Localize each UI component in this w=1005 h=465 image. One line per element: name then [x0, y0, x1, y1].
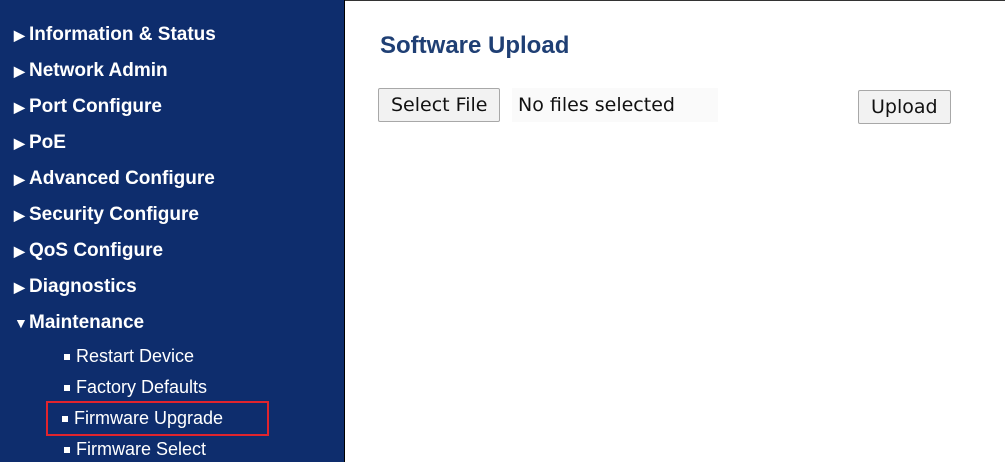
page-title: Software Upload: [380, 32, 570, 59]
nav-item-diagnostics[interactable]: ▶ Diagnostics: [0, 269, 344, 305]
bullet-icon: [64, 446, 70, 453]
nav-item-label: Maintenance: [29, 312, 145, 333]
sidebar-nav: ▶ Information & Status ▶ Network Admin ▶…: [0, 0, 345, 462]
chevron-right-icon: ▶: [14, 171, 25, 187]
sub-item-label: Firmware Upgrade: [74, 408, 224, 428]
chevron-down-icon: ▼: [14, 315, 28, 331]
chevron-right-icon: ▶: [14, 135, 25, 151]
nav-item-label: QoS Configure: [29, 240, 164, 261]
sub-item-label: Firmware Select: [76, 439, 207, 459]
nav-item-label: Security Configure: [29, 204, 199, 225]
nav-item-network-admin[interactable]: ▶ Network Admin: [0, 53, 344, 89]
main-content: Software Upload Select File No files sel…: [345, 0, 1005, 462]
nav-item-maintenance[interactable]: ▼ Maintenance: [0, 305, 344, 341]
chevron-right-icon: ▶: [14, 279, 25, 295]
nav-item-label: Diagnostics: [29, 276, 137, 297]
chevron-right-icon: ▶: [14, 63, 25, 79]
upload-button[interactable]: Upload: [858, 90, 951, 124]
chevron-right-icon: ▶: [14, 27, 25, 43]
sub-item-label: Factory Defaults: [76, 377, 208, 397]
nav-item-advanced-configure[interactable]: ▶ Advanced Configure: [0, 161, 344, 197]
sub-item-restart-device[interactable]: Restart Device: [0, 341, 344, 372]
nav-item-security-configure[interactable]: ▶ Security Configure: [0, 197, 344, 233]
sub-item-firmware-select[interactable]: Firmware Select: [0, 434, 344, 465]
chevron-right-icon: ▶: [14, 243, 25, 259]
nav-item-label: Network Admin: [29, 60, 168, 81]
select-file-button[interactable]: Select File: [378, 88, 501, 122]
bullet-icon: [64, 353, 70, 360]
nav-item-port-configure[interactable]: ▶ Port Configure: [0, 89, 344, 125]
sub-item-label: Restart Device: [76, 346, 195, 366]
bullet-icon: [64, 384, 70, 391]
chevron-right-icon: ▶: [14, 207, 25, 223]
top-divider: [345, 0, 1005, 1]
nav-item-label: Port Configure: [29, 96, 162, 117]
sub-item-firmware-upgrade[interactable]: Firmware Upgrade: [46, 401, 269, 436]
nav-item-poe[interactable]: ▶ PoE: [0, 125, 344, 161]
nav-item-information-status[interactable]: ▶ Information & Status: [0, 17, 344, 53]
chevron-right-icon: ▶: [14, 99, 25, 115]
sub-item-factory-defaults[interactable]: Factory Defaults: [0, 372, 344, 403]
nav-item-label: PoE: [29, 132, 66, 153]
nav-item-label: Information & Status: [29, 24, 216, 45]
nav-item-qos-configure[interactable]: ▶ QoS Configure: [0, 233, 344, 269]
file-status-text: No files selected: [512, 88, 718, 122]
bullet-icon: [62, 415, 68, 422]
nav-item-label: Advanced Configure: [29, 168, 215, 189]
